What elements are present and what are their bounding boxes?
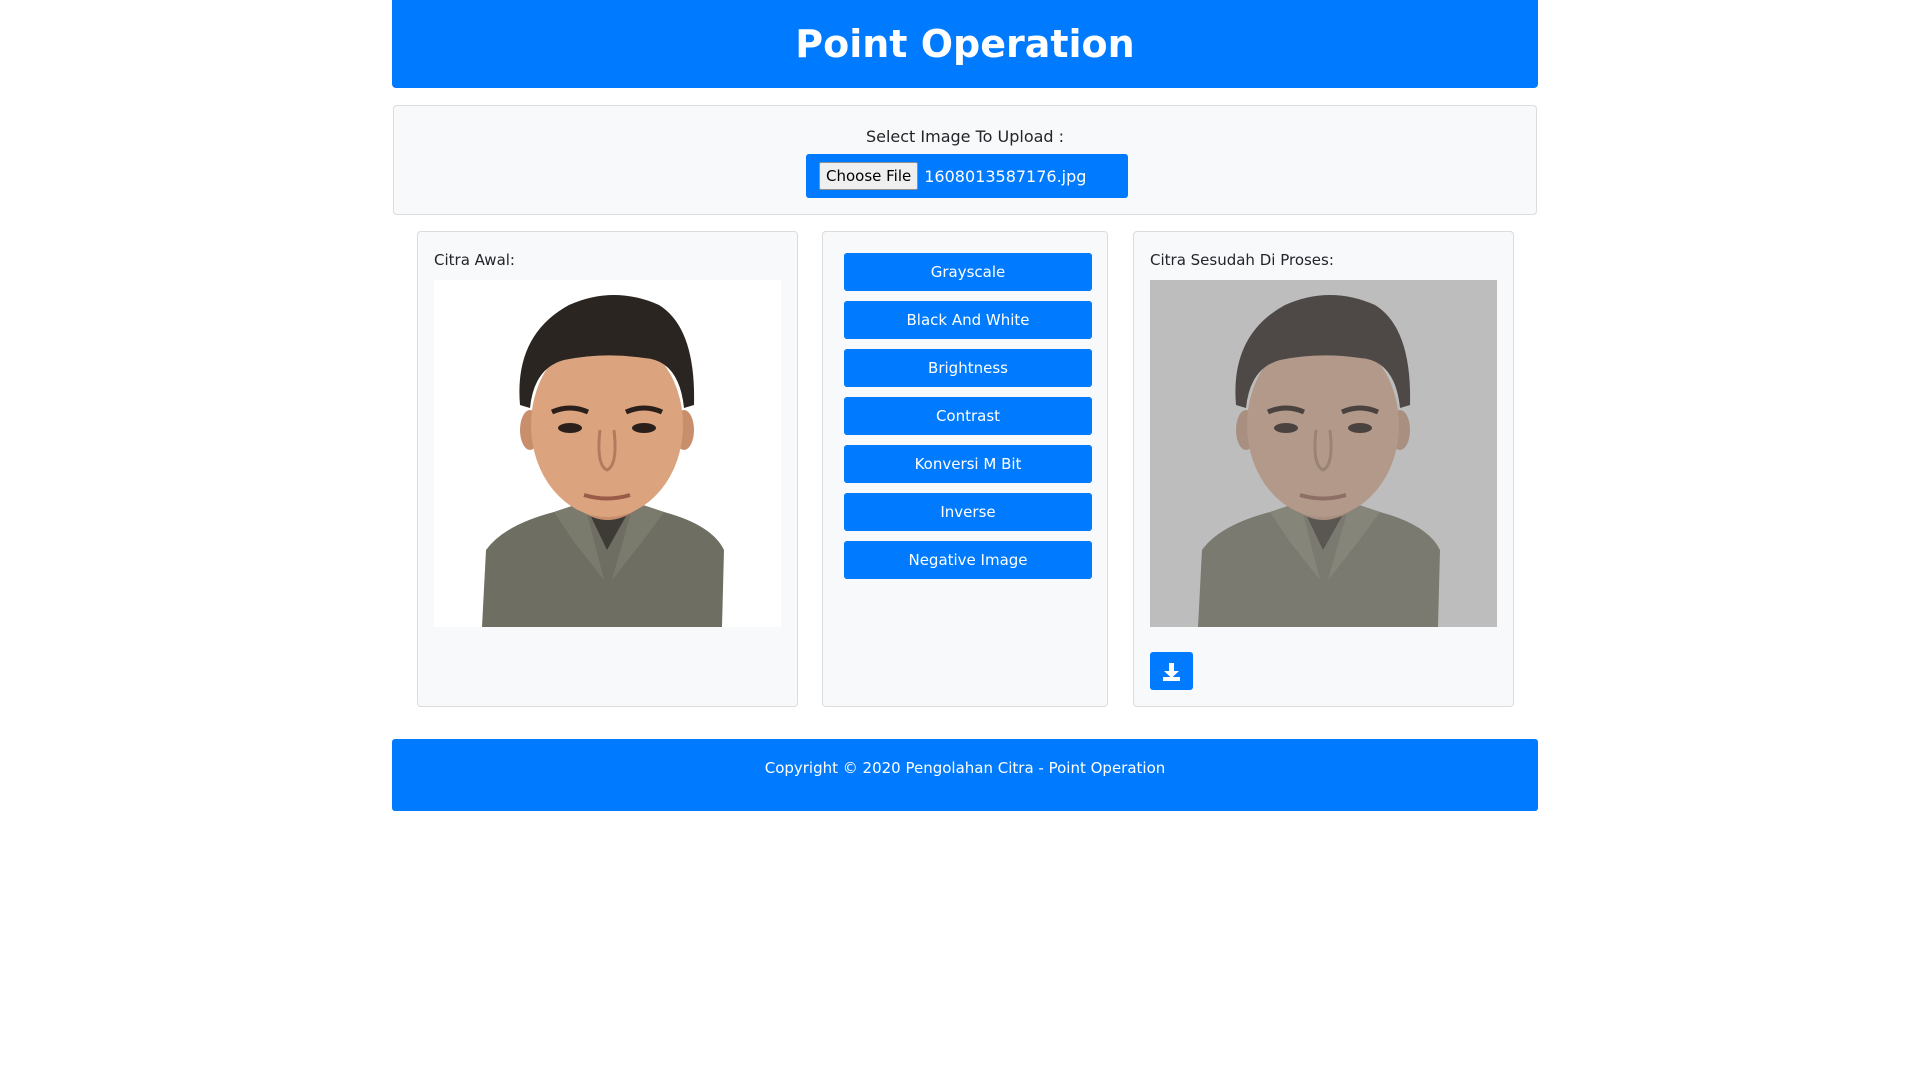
upload-label: Select Image To Upload : — [865, 127, 1065, 146]
processed-image-card: Citra Sesudah Di Proses: — [1133, 231, 1514, 707]
original-portrait-image — [482, 295, 724, 627]
operations-card: Grayscale Black And White Brightness Con… — [822, 231, 1108, 707]
page-title: Point Operation — [795, 22, 1135, 66]
download-icon — [1163, 663, 1180, 681]
page-header: Point Operation — [392, 0, 1538, 88]
selected-file-name: 1608013587176.jpg — [924, 166, 1087, 186]
konversi-m-bit-button[interactable]: Konversi M Bit — [844, 445, 1092, 483]
original-image-card: Citra Awal: — [417, 231, 798, 707]
processed-portrait-image — [1198, 295, 1440, 627]
inverse-button[interactable]: Inverse — [844, 493, 1092, 531]
contrast-button[interactable]: Contrast — [844, 397, 1092, 435]
download-button[interactable] — [1150, 652, 1193, 690]
original-image-title: Citra Awal: — [434, 251, 515, 269]
original-image — [434, 280, 781, 627]
grayscale-button[interactable]: Grayscale — [844, 253, 1092, 291]
footer-copyright: Copyright © 2020 Pengolahan Citra - Poin… — [764, 759, 1166, 777]
brightness-button[interactable]: Brightness — [844, 349, 1092, 387]
black-and-white-button[interactable]: Black And White — [844, 301, 1092, 339]
processed-image — [1150, 280, 1497, 627]
negative-image-button[interactable]: Negative Image — [844, 541, 1092, 579]
page-container: Point Operation Select Image To Upload :… — [392, 0, 1538, 811]
choose-file-button[interactable]: Choose File — [819, 162, 919, 190]
upload-panel: Select Image To Upload : Choose File 160… — [393, 105, 1537, 215]
file-input[interactable]: Choose File 1608013587176.jpg — [806, 154, 1128, 198]
page-footer: Copyright © 2020 Pengolahan Citra - Poin… — [392, 739, 1538, 811]
processed-image-title: Citra Sesudah Di Proses: — [1150, 251, 1334, 269]
